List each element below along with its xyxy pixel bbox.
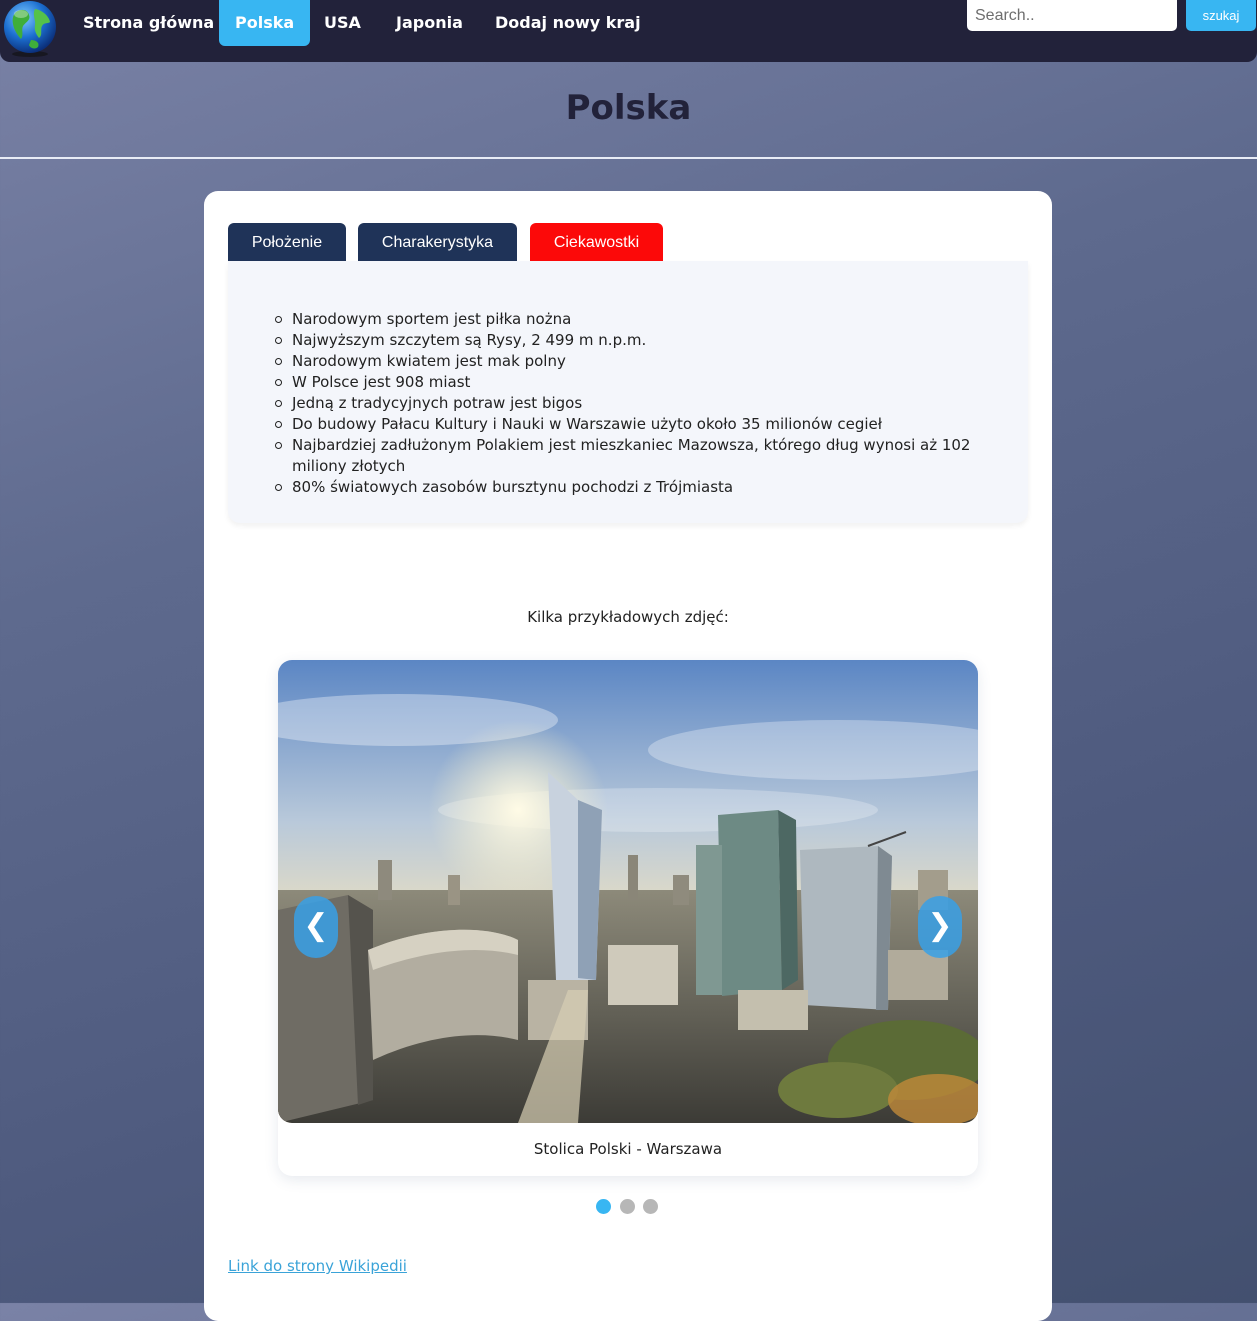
search-input[interactable]	[967, 0, 1177, 31]
tab-charakterystyka[interactable]: Charakerystyka	[358, 223, 517, 265]
list-item: Najwyższym szczytem są Rysy, 2 499 m n.p…	[275, 330, 972, 351]
list-item: 80% światowych zasobów bursztynu pochodz…	[275, 477, 972, 498]
page-title: Polska	[565, 88, 692, 128]
slide-dot-3[interactable]	[643, 1199, 658, 1214]
gallery-slide: ❮ ❯ Stolica Polski - Warszawa	[278, 660, 978, 1176]
nav-usa[interactable]: USA	[308, 0, 377, 46]
list-item: Do budowy Pałacu Kultury i Nauki w Warsz…	[275, 414, 972, 435]
list-item: Jedną z tradycyjnych potraw jest bigos	[275, 393, 972, 414]
facts-list: Narodowym sportem jest piłka nożna Najwy…	[275, 309, 972, 498]
list-item: Narodowym sportem jest piłka nożna	[275, 309, 972, 330]
list-item: Najbardziej zadłużonym Polakiem jest mie…	[275, 436, 971, 475]
chevron-left-icon: ❮	[303, 908, 329, 943]
content-card: Położenie Charakerystyka Ciekawostki Nar…	[204, 191, 1052, 1321]
slide-caption: Stolica Polski - Warszawa	[533, 1140, 723, 1158]
tab-ciekawostki[interactable]: Ciekawostki	[530, 223, 663, 265]
gallery-intro: Kilka przykładowych zdjęć:	[527, 608, 729, 626]
nav-polska[interactable]: Polska	[219, 0, 311, 46]
chevron-right-icon: ❯	[927, 908, 953, 943]
search-button[interactable]: szukaj	[1186, 0, 1256, 31]
globe-icon[interactable]	[2, 0, 58, 58]
next-slide-button[interactable]: ❯	[918, 896, 962, 958]
title-divider	[0, 157, 1257, 159]
warsaw-skyline-photo	[278, 660, 978, 1123]
slide-dot-2[interactable]	[620, 1199, 635, 1214]
wikipedia-link[interactable]: Link do strony Wikipedii	[228, 1257, 407, 1275]
list-item: Narodowym kwiatem jest mak polny	[275, 351, 972, 372]
list-item: W Polsce jest 908 miast	[275, 372, 972, 393]
nav-add-country[interactable]: Dodaj nowy kraj	[479, 0, 657, 46]
top-navbar: Strona główna Polska USA Japonia Dodaj n…	[0, 0, 1257, 62]
nav-japonia[interactable]: Japonia	[380, 0, 479, 46]
slide-dot-1[interactable]	[596, 1199, 611, 1214]
tab-polozenie[interactable]: Położenie	[228, 223, 346, 265]
nav-home[interactable]: Strona główna	[67, 0, 230, 46]
prev-slide-button[interactable]: ❮	[294, 896, 338, 958]
